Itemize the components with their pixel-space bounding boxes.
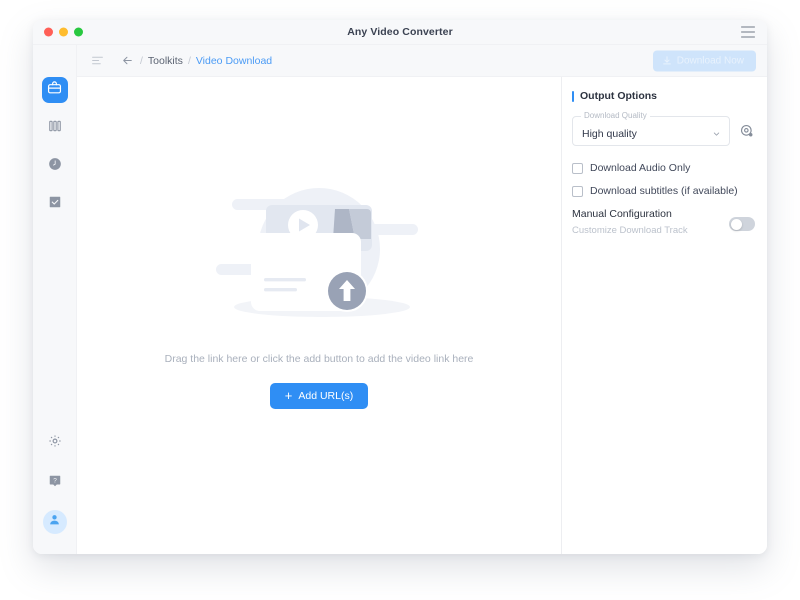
avatar[interactable] xyxy=(43,510,67,534)
help-icon: ? xyxy=(48,474,62,493)
sidebar-item-history[interactable] xyxy=(42,153,68,179)
sidebar-item-toolkits[interactable] xyxy=(42,77,68,103)
breadcrumb-item-video-download[interactable]: Video Download xyxy=(196,55,272,67)
sidebar-item-settings[interactable] xyxy=(42,430,68,456)
app-window: Any Video Converter xyxy=(33,20,767,554)
output-options-panel: Output Options Download Quality High qua… xyxy=(562,77,767,554)
add-url-label: Add URL(s) xyxy=(298,390,353,402)
download-quality-select[interactable]: Download Quality High quality xyxy=(572,116,730,146)
output-options-title: Output Options xyxy=(572,90,755,102)
checklist-icon xyxy=(48,195,62,214)
quality-settings-icon[interactable] xyxy=(739,123,755,139)
content-area: Drag the link here or click the add butt… xyxy=(77,77,767,554)
sidebar-item-tasks[interactable] xyxy=(42,191,68,217)
video-upload-illustration xyxy=(204,175,434,335)
sidebar: ? xyxy=(33,45,77,554)
download-audio-only-checkbox[interactable] xyxy=(572,163,583,174)
clock-icon xyxy=(48,157,62,176)
output-options-label: Output Options xyxy=(580,90,657,102)
manual-configuration-toggle[interactable] xyxy=(729,217,755,231)
main-column: / Toolkits / Video Download Download Now xyxy=(77,45,767,554)
toolbox-icon xyxy=(47,80,62,100)
title-bar: Any Video Converter xyxy=(33,20,767,45)
plus-icon: + xyxy=(285,389,293,402)
download-now-label: Download Now xyxy=(677,55,744,66)
manual-configuration-texts: Manual Configuration Customize Download … xyxy=(572,208,688,236)
user-avatar-icon xyxy=(48,513,61,531)
toggle-knob xyxy=(731,219,742,230)
back-arrow-icon[interactable] xyxy=(119,53,135,69)
drop-zone[interactable]: Drag the link here or click the add butt… xyxy=(77,77,562,554)
chevron-down-icon xyxy=(712,126,721,144)
add-url-button[interactable]: + Add URL(s) xyxy=(270,383,368,409)
app-title: Any Video Converter xyxy=(33,26,767,38)
collapse-sidebar-icon[interactable] xyxy=(87,51,107,71)
manual-configuration-row: Manual Configuration Customize Download … xyxy=(572,208,755,236)
library-icon xyxy=(48,119,62,138)
download-subtitles-checkbox-row[interactable]: Download subtitles (if available) xyxy=(572,185,755,197)
manual-configuration-title: Manual Configuration xyxy=(572,208,688,220)
download-subtitles-checkbox[interactable] xyxy=(572,186,583,197)
download-quality-label: Download Quality xyxy=(581,111,650,120)
download-quality-value: High quality xyxy=(582,128,637,140)
download-quality-row: Download Quality High quality xyxy=(572,116,755,146)
sidebar-item-library[interactable] xyxy=(42,115,68,141)
download-subtitles-label: Download subtitles (if available) xyxy=(590,185,738,197)
drop-zone-hint: Drag the link here or click the add butt… xyxy=(165,353,474,365)
manual-configuration-subtitle: Customize Download Track xyxy=(572,225,688,236)
breadcrumb-separator: / xyxy=(188,55,191,67)
download-audio-only-checkbox-row[interactable]: Download Audio Only xyxy=(572,162,755,174)
download-audio-only-label: Download Audio Only xyxy=(590,162,690,174)
window-body: ? xyxy=(33,45,767,554)
download-icon xyxy=(662,56,672,66)
download-now-button[interactable]: Download Now xyxy=(653,50,756,71)
hamburger-menu-icon[interactable] xyxy=(741,27,755,38)
svg-text:?: ? xyxy=(53,477,57,484)
gear-icon xyxy=(48,434,62,453)
sidebar-item-help[interactable]: ? xyxy=(42,470,68,496)
breadcrumb-separator: / xyxy=(140,55,143,67)
title-accent-bar xyxy=(572,91,574,102)
toolbar: / Toolkits / Video Download Download Now xyxy=(77,45,767,77)
breadcrumb-item-toolkits[interactable]: Toolkits xyxy=(148,55,183,67)
